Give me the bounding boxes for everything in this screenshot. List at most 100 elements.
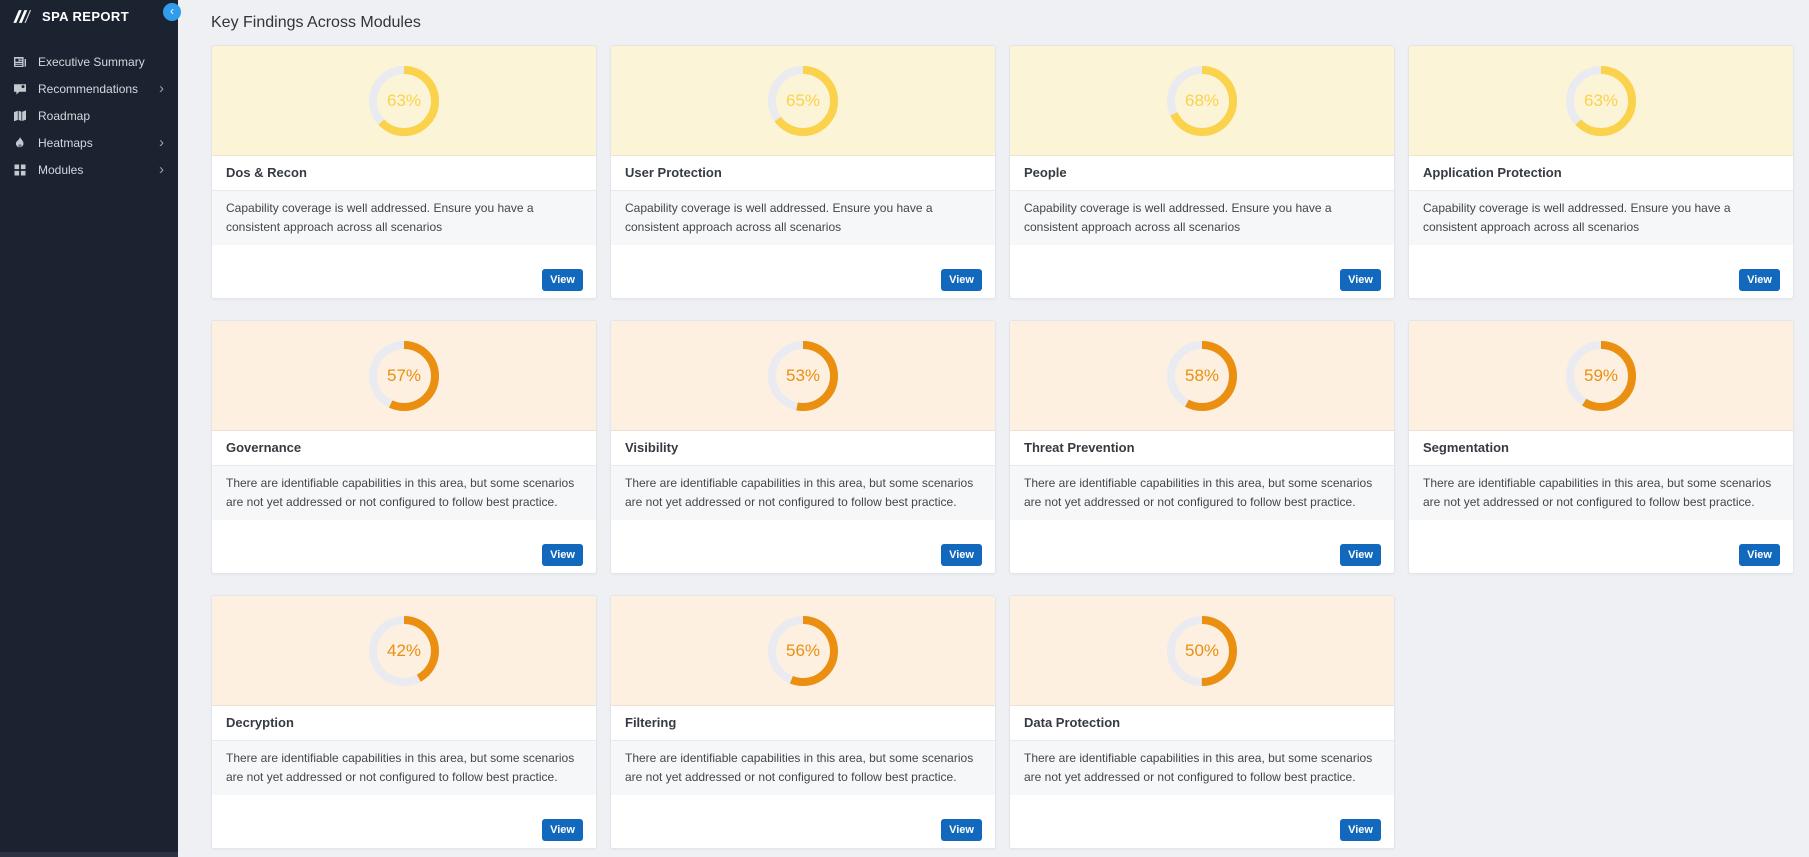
chevron-right-icon: › <box>159 163 164 177</box>
card-footer: View <box>611 245 995 298</box>
card-chart-header: 58% <box>1010 321 1394 431</box>
donut-chart: 68% <box>1166 65 1238 137</box>
sidebar: SPA REPORT ‹ Executive Summary <box>0 0 178 857</box>
card-title: Data Protection <box>1010 706 1394 741</box>
card-title: Threat Prevention <box>1010 431 1394 466</box>
view-button[interactable]: View <box>941 269 982 291</box>
module-card: 59% Segmentation There are identifiable … <box>1408 320 1794 574</box>
module-card: 68% People Capability coverage is well a… <box>1009 45 1395 299</box>
donut-percent-label: 59% <box>1565 340 1637 412</box>
card-title: Segmentation <box>1409 431 1793 466</box>
card-chart-header: 68% <box>1010 46 1394 156</box>
sidebar-collapse-button[interactable]: ‹ <box>163 3 181 21</box>
donut-percent-label: 63% <box>1565 65 1637 137</box>
module-card: 58% Threat Prevention There are identifi… <box>1009 320 1395 574</box>
donut-chart: 58% <box>1166 340 1238 412</box>
card-description: Capability coverage is well addressed. E… <box>611 191 995 245</box>
card-description: There are identifiable capabilities in t… <box>1409 466 1793 520</box>
card-footer: View <box>212 520 596 573</box>
view-button[interactable]: View <box>941 819 982 841</box>
view-button[interactable]: View <box>1340 819 1381 841</box>
view-button[interactable]: View <box>1340 544 1381 566</box>
card-title: User Protection <box>611 156 995 191</box>
donut-percent-label: 42% <box>368 615 440 687</box>
card-chart-header: 57% <box>212 321 596 431</box>
view-button[interactable]: View <box>1340 269 1381 291</box>
card-chart-header: 56% <box>611 596 995 706</box>
sidebar-scrollbar[interactable] <box>0 852 178 857</box>
view-button[interactable]: View <box>1739 269 1780 291</box>
executive-summary-icon <box>13 55 27 69</box>
donut-percent-label: 56% <box>767 615 839 687</box>
card-description: Capability coverage is well addressed. E… <box>1409 191 1793 245</box>
module-card: 63% Application Protection Capability co… <box>1408 45 1794 299</box>
app-title: SPA REPORT <box>42 9 129 24</box>
card-footer: View <box>611 520 995 573</box>
card-title: Dos & Recon <box>212 156 596 191</box>
chevron-right-icon: › <box>159 82 164 96</box>
modules-icon <box>13 163 27 177</box>
card-footer: View <box>212 795 596 848</box>
donut-percent-label: 53% <box>767 340 839 412</box>
recommendations-icon <box>13 82 27 96</box>
donut-chart: 65% <box>767 65 839 137</box>
sidebar-item-label: Modules <box>38 163 83 177</box>
module-card: 57% Governance There are identifiable ca… <box>211 320 597 574</box>
donut-chart: 42% <box>368 615 440 687</box>
view-button[interactable]: View <box>542 269 583 291</box>
card-description: There are identifiable capabilities in t… <box>611 741 995 795</box>
view-button[interactable]: View <box>1739 544 1780 566</box>
card-description: Capability coverage is well addressed. E… <box>1010 191 1394 245</box>
card-footer: View <box>1409 245 1793 298</box>
donut-percent-label: 68% <box>1166 65 1238 137</box>
donut-chart: 59% <box>1565 340 1637 412</box>
card-chart-header: 65% <box>611 46 995 156</box>
view-button[interactable]: View <box>542 544 583 566</box>
card-title: Decryption <box>212 706 596 741</box>
donut-chart: 57% <box>368 340 440 412</box>
card-grid: 63% Dos & Recon Capability coverage is w… <box>211 45 1794 849</box>
card-description: There are identifiable capabilities in t… <box>212 466 596 520</box>
sidebar-item-recommendations[interactable]: Recommendations › <box>0 75 178 102</box>
card-title: Application Protection <box>1409 156 1793 191</box>
module-card: 50% Data Protection There are identifiab… <box>1009 595 1395 849</box>
view-button[interactable]: View <box>542 819 583 841</box>
view-button[interactable]: View <box>941 544 982 566</box>
module-card: 56% Filtering There are identifiable cap… <box>610 595 996 849</box>
sidebar-item-heatmaps[interactable]: Heatmaps › <box>0 129 178 156</box>
donut-percent-label: 57% <box>368 340 440 412</box>
card-description: There are identifiable capabilities in t… <box>611 466 995 520</box>
sidebar-item-label: Heatmaps <box>38 136 93 150</box>
card-chart-header: 59% <box>1409 321 1793 431</box>
app-logo-icon <box>12 9 32 24</box>
main-content: Key Findings Across Modules 63% Dos & Re… <box>178 0 1809 857</box>
card-chart-header: 63% <box>1409 46 1793 156</box>
donut-percent-label: 58% <box>1166 340 1238 412</box>
card-description: There are identifiable capabilities in t… <box>1010 466 1394 520</box>
module-card: 53% Visibility There are identifiable ca… <box>610 320 996 574</box>
module-card: 65% User Protection Capability coverage … <box>610 45 996 299</box>
sidebar-header: SPA REPORT <box>0 0 178 32</box>
chevron-right-icon: › <box>159 136 164 150</box>
sidebar-item-modules[interactable]: Modules › <box>0 156 178 183</box>
donut-percent-label: 63% <box>368 65 440 137</box>
donut-chart: 50% <box>1166 615 1238 687</box>
card-footer: View <box>611 795 995 848</box>
card-chart-header: 63% <box>212 46 596 156</box>
heatmaps-icon <box>13 136 27 150</box>
card-title: Governance <box>212 431 596 466</box>
donut-chart: 53% <box>767 340 839 412</box>
donut-chart: 56% <box>767 615 839 687</box>
card-chart-header: 53% <box>611 321 995 431</box>
donut-percent-label: 50% <box>1166 615 1238 687</box>
sidebar-item-executive-summary[interactable]: Executive Summary <box>0 48 178 75</box>
app-root: SPA REPORT ‹ Executive Summary <box>0 0 1809 857</box>
roadmap-icon <box>13 109 27 123</box>
sidebar-item-label: Recommendations <box>38 82 138 96</box>
donut-chart: 63% <box>368 65 440 137</box>
sidebar-nav: Executive Summary Recommendations › <box>0 48 178 183</box>
sidebar-item-roadmap[interactable]: Roadmap <box>0 102 178 129</box>
card-description: Capability coverage is well addressed. E… <box>212 191 596 245</box>
card-description: There are identifiable capabilities in t… <box>1010 741 1394 795</box>
card-footer: View <box>1409 520 1793 573</box>
